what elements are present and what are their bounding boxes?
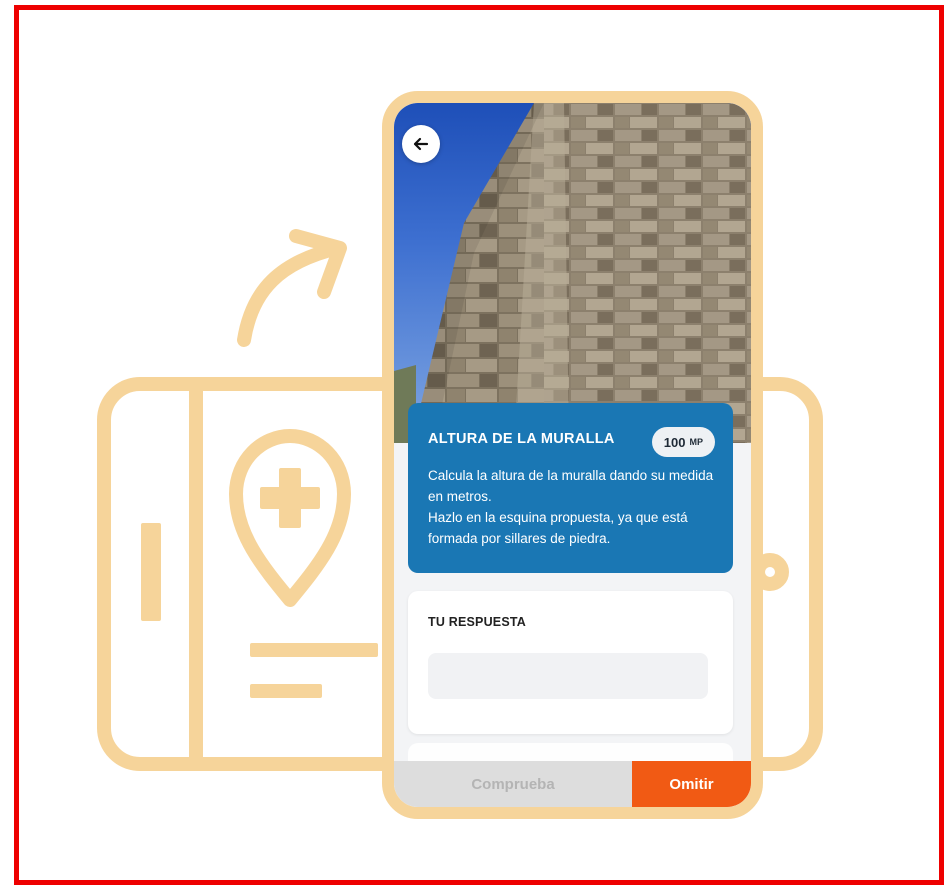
app-screen: ALTURA DE LA MURALLA 100 MP Calcula la a… (394, 103, 751, 807)
challenge-card: ALTURA DE LA MURALLA 100 MP Calcula la a… (408, 403, 733, 573)
side-slot-bar (141, 523, 161, 621)
skip-button[interactable]: Omitir (632, 761, 751, 807)
check-button[interactable]: Comprueba (394, 761, 632, 807)
back-button[interactable] (402, 125, 440, 163)
text-line-1 (250, 643, 378, 657)
answer-input[interactable] (428, 653, 708, 699)
answer-label: TU RESPUESTA (428, 615, 527, 629)
challenge-description: Calcula la altura de la muralla dando su… (428, 468, 714, 546)
bottom-action-bar: Comprueba Omitir (394, 761, 751, 807)
points-badge: 100 MP (651, 427, 715, 457)
points-unit: MP (689, 437, 704, 447)
stone-wall-image (394, 103, 751, 443)
answer-card: TU RESPUESTA (408, 591, 733, 734)
wall-photo (394, 103, 751, 443)
arrow-left-icon (413, 137, 429, 151)
phone-frame: ALTURA DE LA MURALLA 100 MP Calcula la a… (382, 91, 763, 819)
text-line-2 (250, 684, 322, 698)
points-value: 100 (663, 434, 686, 450)
